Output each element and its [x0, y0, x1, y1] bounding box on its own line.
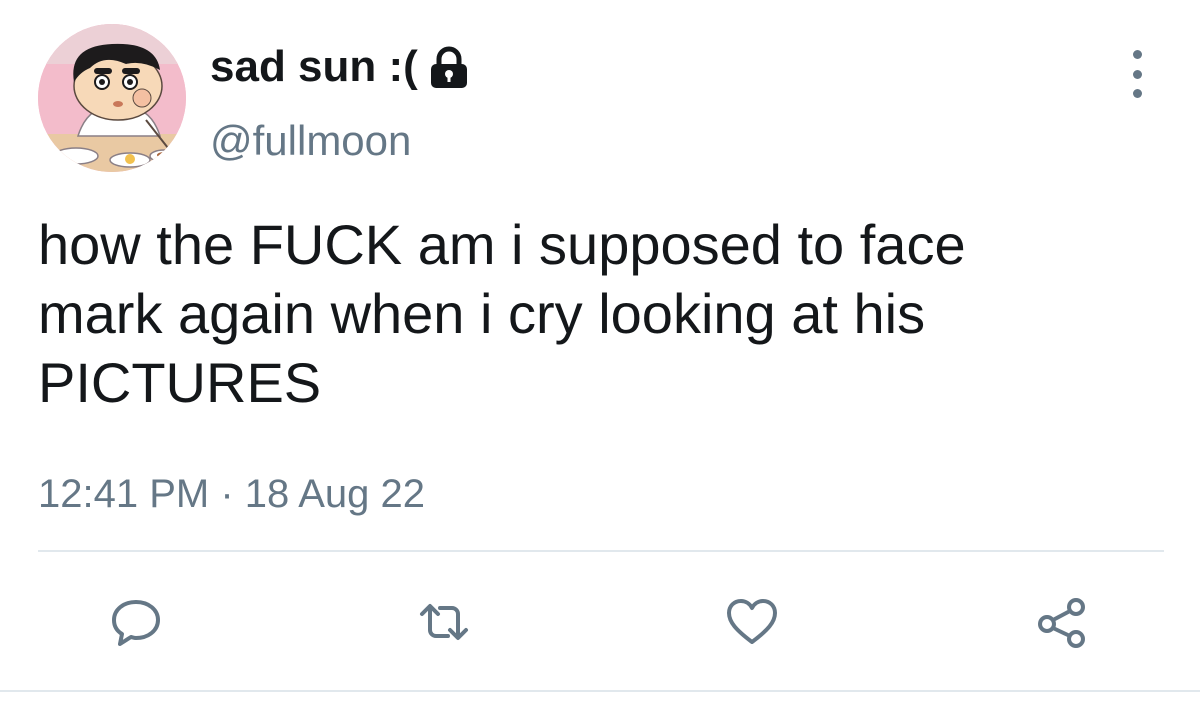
tweet-date: 18 Aug 22	[244, 472, 425, 516]
avatar[interactable]	[38, 24, 186, 172]
display-name-row: sad sun :(	[210, 40, 470, 94]
like-button[interactable]	[724, 594, 780, 650]
tweet-text-line: PICTURES	[38, 351, 322, 414]
lock-icon	[428, 45, 470, 89]
display-name[interactable]: sad sun :(	[210, 40, 418, 94]
more-dot	[1132, 50, 1142, 59]
heart-icon	[727, 599, 777, 644]
share-icon	[1038, 598, 1085, 648]
timestamp-separator: ·	[220, 472, 234, 516]
more-options-icon[interactable]	[1122, 50, 1152, 98]
more-dot	[1132, 69, 1142, 79]
comment-icon	[112, 600, 160, 646]
share-button[interactable]	[1034, 594, 1090, 650]
tweet-text-line: how the FUCK am i supposed to face	[38, 213, 966, 276]
tweet-time: 12:41 PM	[38, 472, 210, 516]
divider	[38, 550, 1164, 552]
more-dot	[1132, 89, 1142, 98]
bottom-divider	[0, 690, 1200, 692]
tweet-timestamp[interactable]: 12:41 PM · 18 Aug 22	[38, 468, 425, 520]
retweet-button[interactable]	[416, 594, 472, 650]
tweet-text: how the FUCK am i supposed to face mark …	[38, 210, 1158, 417]
user-handle[interactable]: @fullmoon	[210, 116, 411, 166]
retweet-icon	[420, 604, 468, 640]
cartoon-boy-avatar-icon	[38, 24, 186, 172]
tweet-card: sad sun :( @fullmoon how the FUCK am i s…	[0, 0, 1200, 710]
tweet-text-line: mark again when i cry looking at his	[38, 282, 926, 345]
reply-button[interactable]	[108, 594, 164, 650]
